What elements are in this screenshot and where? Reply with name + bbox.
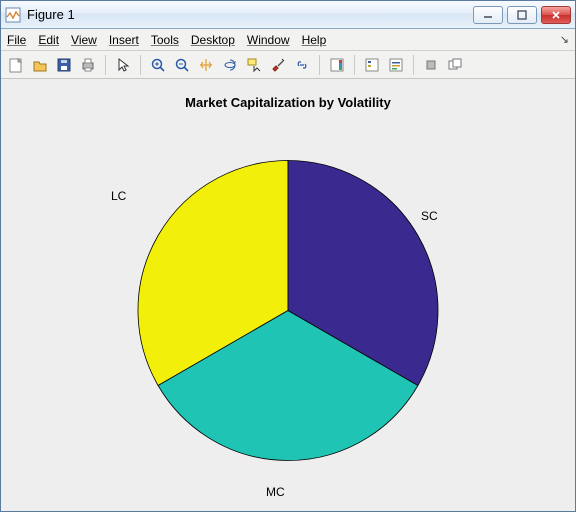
toolbar-separator [413, 55, 414, 75]
colorbar-icon[interactable] [326, 54, 348, 76]
menu-file[interactable]: File [7, 33, 26, 47]
dock-figure-icon[interactable]: ↘ [560, 33, 569, 46]
maximize-button[interactable] [507, 6, 537, 24]
window-title: Figure 1 [27, 7, 473, 22]
zoom-in-icon[interactable] [147, 54, 169, 76]
toolbar-separator [319, 55, 320, 75]
data-cursor-icon[interactable] [243, 54, 265, 76]
link-icon[interactable] [291, 54, 313, 76]
toolbar-separator [105, 55, 106, 75]
toolbar [1, 51, 575, 79]
figure-canvas: Market Capitalization by Volatility SC MC… [1, 79, 575, 511]
rotate-3d-icon[interactable] [219, 54, 241, 76]
pointer-icon[interactable] [112, 54, 134, 76]
menu-window[interactable]: Window [247, 33, 290, 47]
menu-help[interactable]: Help [302, 33, 327, 47]
zoom-out-icon[interactable] [171, 54, 193, 76]
menu-desktop[interactable]: Desktop [191, 33, 235, 47]
toolbar-separator [140, 55, 141, 75]
open-icon[interactable] [29, 54, 51, 76]
minimize-button[interactable] [473, 6, 503, 24]
window-titlebar: Figure 1 [1, 1, 575, 29]
pie-label-SC: SC [421, 209, 438, 223]
chart-title: Market Capitalization by Volatility [1, 95, 575, 110]
close-button[interactable] [541, 6, 571, 24]
hide-plot-tools-icon[interactable] [420, 54, 442, 76]
pan-icon[interactable] [195, 54, 217, 76]
menu-insert[interactable]: Insert [109, 33, 139, 47]
print-icon[interactable] [77, 54, 99, 76]
app-icon [5, 7, 21, 23]
save-icon[interactable] [53, 54, 75, 76]
show-plot-tools-icon[interactable] [444, 54, 466, 76]
pie-chart [128, 151, 448, 474]
window-buttons [473, 6, 571, 24]
menubar: File Edit View Insert Tools Desktop Wind… [1, 29, 575, 51]
menu-view[interactable]: View [71, 33, 97, 47]
menu-edit[interactable]: Edit [38, 33, 59, 47]
insert-text-icon[interactable] [385, 54, 407, 76]
new-figure-icon[interactable] [5, 54, 27, 76]
menu-tools[interactable]: Tools [151, 33, 179, 47]
pie-label-MC: MC [266, 485, 285, 499]
legend-icon[interactable] [361, 54, 383, 76]
brush-icon[interactable] [267, 54, 289, 76]
pie-label-LC: LC [111, 189, 126, 203]
toolbar-separator [354, 55, 355, 75]
